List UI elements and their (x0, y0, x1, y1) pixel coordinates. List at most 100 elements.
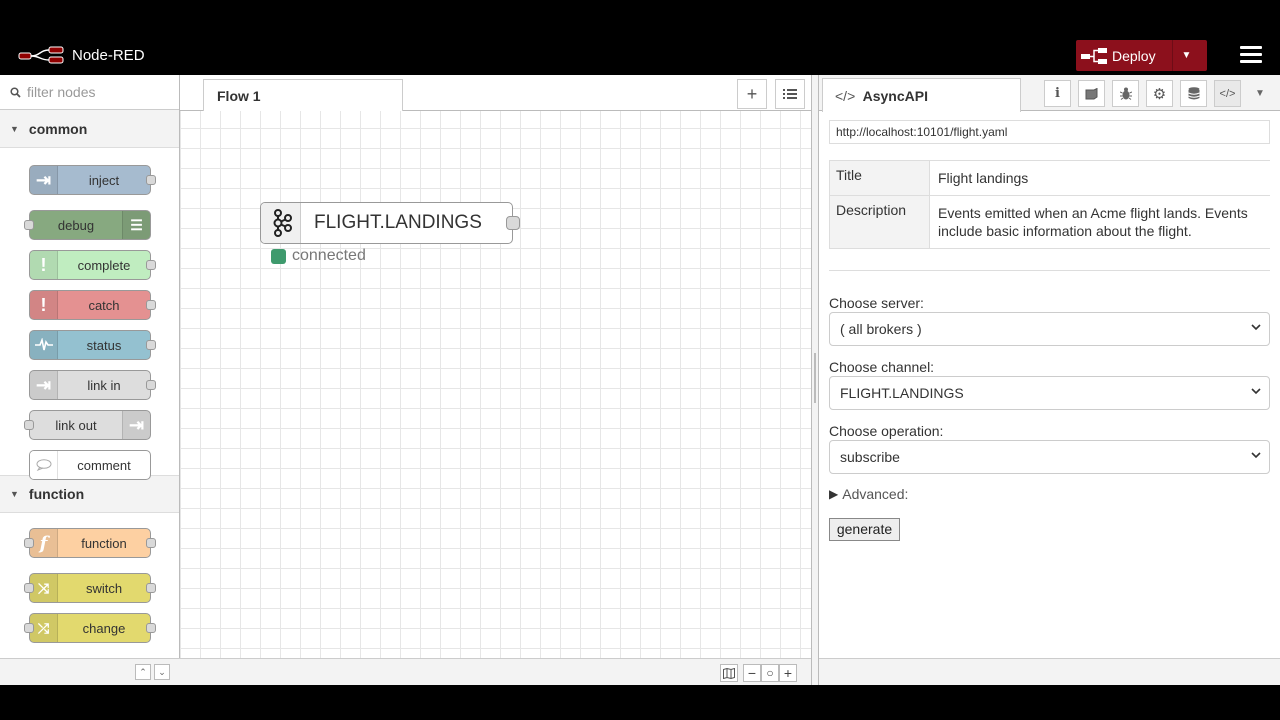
workspace-tabs: Flow 1 + (180, 75, 811, 112)
category-function[interactable]: ▼ function (0, 475, 179, 513)
server-value: ( all brokers ) (840, 321, 922, 337)
palette-node-debug[interactable]: debug ☰ (24, 210, 151, 240)
tab-asyncapi[interactable]: </> AsyncAPI (822, 78, 1021, 112)
collapse-all-icon[interactable]: ⌃ (135, 664, 151, 680)
node-label: function (81, 535, 127, 551)
kafka-icon (261, 203, 301, 243)
palette-node-link-out[interactable]: link out ⇥ (24, 410, 151, 440)
chevron-down-icon (1251, 388, 1261, 395)
deploy-options-icon[interactable]: ▼ (1172, 40, 1200, 71)
triangle-right-icon: ▶ (829, 487, 839, 501)
output-port (146, 340, 156, 350)
input-port (24, 538, 34, 548)
gear-icon[interactable]: ⚙ (1146, 80, 1173, 107)
palette-node-comment[interactable]: comment (29, 450, 151, 480)
info-icon[interactable]: i (1044, 80, 1071, 107)
database-icon[interactable] (1180, 80, 1207, 107)
node-label: inject (88, 172, 120, 188)
node-label: link out (55, 417, 97, 433)
inject-icon: ⇥ (30, 166, 58, 194)
zoom-in-button[interactable]: + (779, 664, 797, 682)
node-status: connected (271, 247, 366, 265)
generate-button[interactable]: generate (829, 518, 900, 541)
expand-all-icon[interactable]: ⌄ (154, 664, 170, 680)
exclamation-icon: ! (30, 251, 58, 279)
sidebar-splitter[interactable] (811, 75, 819, 685)
sidebar-tab-label: AsyncAPI (862, 88, 928, 104)
function-icon: f (30, 529, 58, 557)
zoom-out-button[interactable]: − (743, 664, 761, 682)
category-label: common (28, 120, 88, 137)
category-common[interactable]: ▼ common (0, 110, 179, 148)
node-red-logo-icon (18, 46, 64, 64)
deploy-label: Deploy (1112, 47, 1156, 64)
operation-value: subscribe (840, 449, 900, 465)
add-flow-icon[interactable]: + (737, 79, 767, 109)
table-row: Title Flight landings (829, 160, 1270, 196)
sidebar-footer (819, 658, 1280, 685)
operation-select[interactable]: subscribe (829, 440, 1270, 474)
table-row: Description Events emitted when an Acme … (829, 195, 1270, 249)
workspace: Flow 1 + FLIGHT.LANDINGS connected − ○ + (180, 75, 811, 685)
info-key: Description (829, 195, 930, 249)
channel-value: FLIGHT.LANDINGS (840, 385, 964, 401)
sidebar-tabs: </> AsyncAPI i ⚙ </> ▼ (819, 75, 1280, 112)
palette-node-switch[interactable]: ⤨ switch (24, 573, 156, 603)
output-port (146, 538, 156, 548)
palette-node-complete[interactable]: ! complete (29, 250, 156, 280)
operation-label: Choose operation: (829, 423, 944, 439)
link-in-icon: ⇥ (30, 371, 58, 399)
deploy-button[interactable]: Deploy ▼ (1076, 40, 1207, 71)
palette-footer: ⌃ ⌄ (0, 658, 180, 685)
server-select[interactable]: ( all brokers ) (829, 312, 1270, 346)
code-icon[interactable]: </> (1214, 80, 1241, 107)
info-value: Events emitted when an Acme flight lands… (929, 195, 1270, 249)
category-common-body: ⇥ inject debug ☰ ! complete ! catch stat… (0, 148, 179, 480)
advanced-label: Advanced: (842, 486, 909, 502)
palette-node-inject[interactable]: ⇥ inject (29, 165, 156, 195)
palette: common filter nodes ▼ common ⇥ inject de… (0, 75, 180, 685)
workspace-footer: − ○ + (180, 658, 811, 685)
sidebar-menu-caret-icon[interactable]: ▼ (1255, 88, 1265, 99)
input-port (24, 623, 34, 633)
exclamation-icon: ! (30, 291, 58, 319)
output-port (146, 380, 156, 390)
switch-icon: ⤨ (30, 574, 58, 602)
header-bar: Node-RED Deploy ▼ (0, 36, 1280, 76)
status-text: connected (292, 247, 366, 264)
node-label: debug (57, 217, 95, 233)
flow-canvas[interactable]: FLIGHT.LANDINGS connected (180, 111, 811, 658)
palette-search[interactable]: common filter nodes (0, 75, 179, 110)
palette-node-link-in[interactable]: ⇥ link in (29, 370, 156, 400)
node-label: link in (87, 377, 121, 393)
output-port (146, 175, 156, 185)
advanced-toggle[interactable]: ▶ Advanced: (829, 486, 908, 502)
node-label: complete (77, 257, 131, 273)
info-key: Title (829, 160, 930, 196)
output-port[interactable] (506, 216, 520, 230)
map-icon[interactable] (720, 664, 738, 682)
change-icon: ⤮ (30, 614, 58, 642)
channel-select[interactable]: FLIGHT.LANDINGS (829, 376, 1270, 410)
palette-node-catch[interactable]: ! catch (29, 290, 156, 320)
input-port (24, 420, 34, 430)
filter-placeholder[interactable]: filter nodes (27, 84, 95, 100)
palette-node-status[interactable]: status (29, 330, 156, 360)
bug-icon[interactable] (1112, 80, 1139, 107)
node-label: FLIGHT.LANDINGS (314, 212, 482, 233)
spec-info-table: Title Flight landings Description Events… (829, 160, 1270, 249)
zoom-reset-button[interactable]: ○ (761, 664, 779, 682)
link-out-icon: ⇥ (122, 411, 150, 439)
spec-url-field[interactable]: http://localhost:10101/flight.yaml (829, 120, 1270, 144)
book-icon[interactable] (1078, 80, 1105, 107)
output-port (146, 260, 156, 270)
palette-node-function[interactable]: f function (24, 528, 156, 558)
node-label: switch (85, 580, 123, 596)
flow-list-icon[interactable] (775, 79, 805, 109)
debug-icon: ☰ (122, 211, 150, 239)
palette-node-change[interactable]: ⤮ change (24, 613, 156, 643)
flow-node-flight-landings[interactable]: FLIGHT.LANDINGS (260, 202, 520, 244)
chevron-down-icon: ▼ (10, 489, 19, 499)
main-menu-icon[interactable] (1240, 46, 1262, 66)
tab-flow-1[interactable]: Flow 1 (203, 79, 403, 112)
